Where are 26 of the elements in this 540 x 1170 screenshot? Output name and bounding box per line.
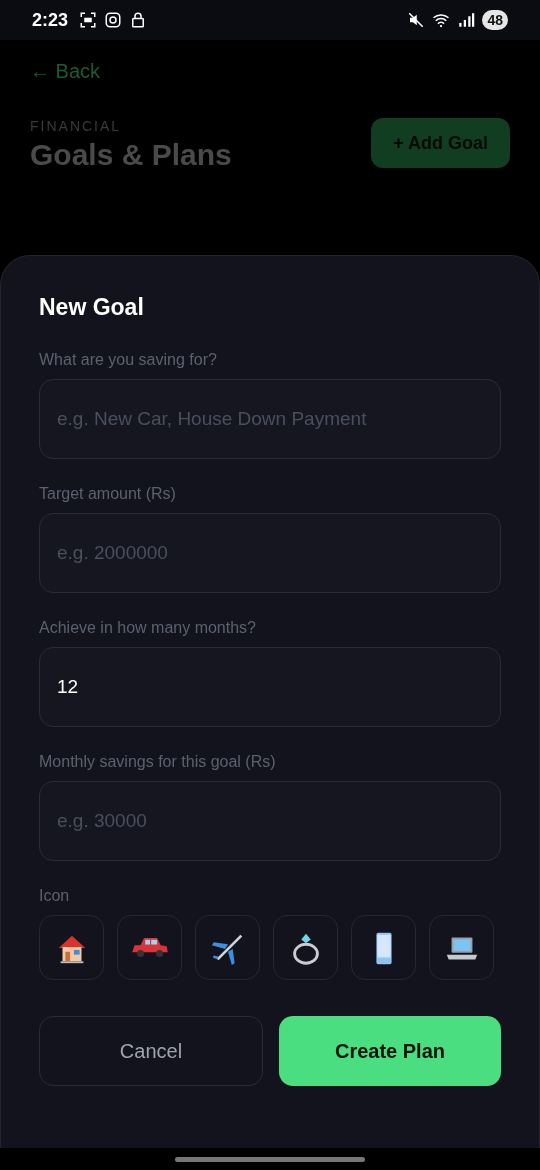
icon-option[interactable] [273, 915, 338, 980]
input-field[interactable]: e.g. New Car, House Down Payment [39, 379, 501, 459]
screenshot-icon [79, 11, 98, 29]
car-icon [130, 936, 169, 959]
sheet-title: New Goal [39, 294, 145, 321]
field-label: What are you saving for? [39, 351, 218, 369]
mute-icon [407, 11, 426, 29]
icon-option[interactable] [429, 915, 494, 980]
signal-icon [457, 11, 476, 29]
page-title: Goals & Plans [30, 138, 232, 172]
status-time: 2:23 [32, 9, 69, 31]
input-field[interactable]: e.g. 2000000 [39, 513, 501, 593]
field-label: Monthly savings for this goal (Rs) [39, 753, 277, 771]
icon-option[interactable] [351, 915, 416, 980]
create-plan-button[interactable]: Create Plan [279, 1016, 501, 1086]
input-field[interactable]: e.g. 30000 [39, 781, 501, 861]
icon-option[interactable] [39, 915, 104, 980]
battery-level: 48 [482, 10, 508, 30]
field-label: Icon [39, 887, 71, 905]
input-field[interactable]: 12 [39, 647, 501, 727]
field-label: Target amount (Rs) [39, 485, 177, 503]
field-label: Achieve in how many months? [39, 619, 257, 637]
cancel-button[interactable]: Cancel [39, 1016, 263, 1086]
wifi-icon [432, 11, 451, 29]
section-eyebrow: FINANCIAL [30, 118, 123, 134]
camera-icon [104, 11, 123, 29]
